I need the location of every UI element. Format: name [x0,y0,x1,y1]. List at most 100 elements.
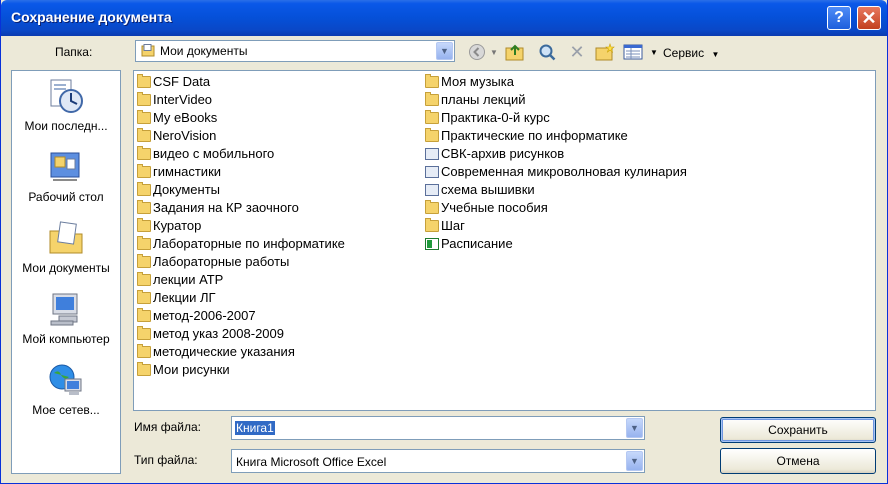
list-item[interactable]: Шаг [425,217,687,235]
views-icon[interactable] [623,42,643,62]
music-folder-icon [425,74,439,88]
up-folder-icon[interactable] [505,42,525,62]
filename-label: Имя файла: [134,420,201,434]
place-desktop[interactable]: Рабочий стол [12,144,120,212]
place-network[interactable]: Мое сетев... [12,357,120,425]
filename-input[interactable]: Книга1 ▼ [231,416,645,440]
filetype-value: Книга Microsoft Office Excel [236,455,387,469]
list-item[interactable]: Лабораторные по информатике [137,235,345,253]
chevron-down-icon[interactable]: ▼ [436,42,453,60]
list-item[interactable]: методические указания [137,343,345,361]
list-item[interactable]: Лабораторные работы [137,253,345,271]
list-item[interactable]: Моя музыка [425,73,687,91]
new-folder-icon[interactable] [595,42,615,62]
folder-icon [425,92,439,106]
list-item[interactable]: Задания на КР заочного [137,199,345,217]
folder-dropdown[interactable]: Мои документы ▼ [135,40,455,62]
shortcut-doc-icon [425,184,439,196]
folder-icon [137,74,151,88]
list-item[interactable]: NeroVision [137,127,345,145]
folder-label: Папка: [55,45,93,59]
file-column-1: CSF Data InterVideo My eBooks NeroVision… [137,73,345,379]
folder-icon [137,308,151,322]
list-item[interactable]: метод указ 2008-2009 [137,325,345,343]
folder-icon [137,128,151,142]
folder-icon [137,110,151,124]
chevron-down-icon[interactable]: ▼ [626,418,643,438]
back-icon[interactable] [467,42,487,62]
my-documents-icon [47,219,85,257]
place-label: Мои документы [22,261,110,275]
network-places-icon [47,361,85,399]
folder-icon [137,92,151,106]
folder-icon [425,200,439,214]
save-button[interactable]: Сохранить [720,417,876,443]
list-item[interactable]: Практические по информатике [425,127,687,145]
folder-icon [425,128,439,142]
list-item[interactable]: Документы [137,181,345,199]
help-icon: ? [834,9,844,26]
list-item[interactable]: метод-2006-2007 [137,307,345,325]
list-item[interactable]: гимнастики [137,163,345,181]
list-item[interactable]: Мои рисунки [137,361,345,379]
list-item[interactable]: Практика-0-й курс [425,109,687,127]
folder-icon [137,218,151,232]
list-item[interactable]: схема вышивки [425,181,687,199]
place-my-computer[interactable]: Мой компьютер [12,286,120,354]
window-title: Сохранение документа [11,9,172,25]
list-item[interactable]: видео с мобильного [137,145,345,163]
views-dropdown-icon[interactable]: ▼ [649,42,659,62]
filename-value: Книга1 [235,421,275,435]
list-item[interactable]: Учебные пособия [425,199,687,217]
place-label: Рабочий стол [28,190,104,204]
place-my-documents[interactable]: Мои документы [12,215,120,283]
folder-icon [137,290,151,304]
service-menu[interactable]: Сервис ▼ [663,46,719,60]
folder-value: Мои документы [160,44,248,58]
cancel-button[interactable]: Отмена [720,448,876,474]
folder-icon [137,200,151,214]
list-item[interactable]: InterVideo [137,91,345,109]
title-bar[interactable]: Сохранение документа ? ✕ [1,0,887,36]
filetype-label: Тип файла: [134,453,198,467]
shortcut-doc-icon [425,166,439,178]
list-item[interactable]: Лекции ЛГ [137,289,345,307]
file-column-2: Моя музыка планы лекций Практика-0-й кур… [425,73,687,253]
chevron-down-icon[interactable]: ▼ [626,451,643,471]
list-item[interactable]: планы лекций [425,91,687,109]
list-item[interactable]: Расписание [425,235,687,253]
folder-icon [137,254,151,268]
list-item[interactable]: лекции АТР [137,271,345,289]
places-bar: Мои последн... Рабочий стол Мои документ… [11,70,121,474]
folder-icon [137,164,151,178]
place-label: Мои последн... [24,119,108,133]
desktop-icon [47,148,85,186]
filetype-dropdown[interactable]: Книга Microsoft Office Excel ▼ [231,449,645,473]
pictures-folder-icon [137,362,151,376]
folder-icon [137,272,151,286]
service-label: Сервис [663,46,705,60]
folder-icon [137,326,151,340]
place-label: Мое сетев... [32,403,100,417]
list-item[interactable]: My eBooks [137,109,345,127]
close-button[interactable]: ✕ [857,6,881,30]
folder-icon [137,146,151,160]
my-documents-small-icon [141,44,155,57]
place-label: Мой компьютер [22,332,110,346]
save-dialog: Сохранение документа ? ✕ Папка: Мои доку… [0,0,888,484]
file-list[interactable]: CSF Data InterVideo My eBooks NeroVision… [133,70,876,411]
place-recent[interactable]: Мои последн... [12,73,120,141]
delete-icon[interactable]: ✕ [567,42,587,62]
chevron-down-icon: ▼ [711,50,720,59]
back-dropdown-icon[interactable]: ▼ [489,42,499,62]
help-button[interactable]: ? [827,6,851,30]
search-web-icon[interactable] [537,42,557,62]
list-item[interactable]: Современная микроволновая кулинария [425,163,687,181]
my-computer-icon [47,290,85,328]
folder-icon [425,218,439,232]
recent-docs-icon [47,77,85,115]
list-item[interactable]: СВК-архив рисунков [425,145,687,163]
folder-icon [425,110,439,124]
list-item[interactable]: Куратор [137,217,345,235]
list-item[interactable]: CSF Data [137,73,345,91]
